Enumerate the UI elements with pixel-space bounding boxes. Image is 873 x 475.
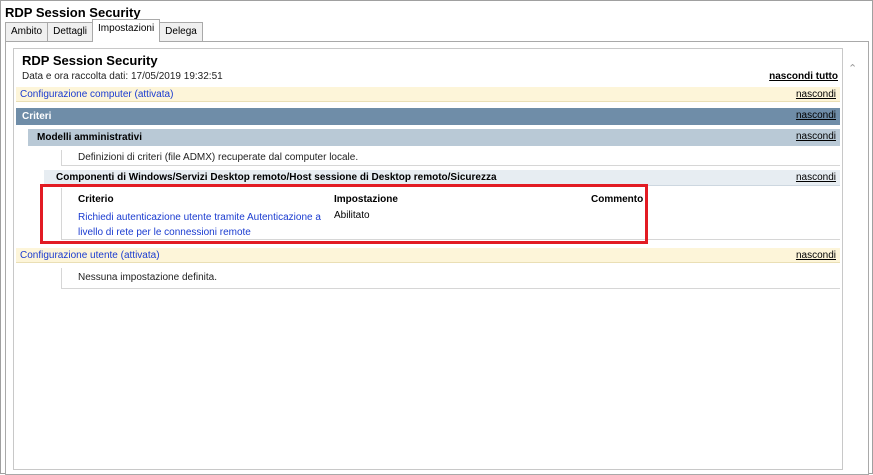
settings-panel: RDP Session Security Data e ora raccolta… [5, 41, 869, 475]
hide-all-link[interactable]: nascondi tutto [769, 71, 838, 82]
report-date: Data e ora raccolta dati: 17/05/2019 19:… [22, 71, 223, 82]
scroll-up-icon[interactable]: ⌃ [848, 62, 857, 75]
hide-component-link[interactable]: nascondi [796, 172, 836, 183]
component-path-label: Componenti di Windows/Servizi Desktop re… [56, 172, 497, 183]
hide-admin-templates-link[interactable]: nascondi [796, 131, 836, 142]
gpo-window: RDP Session Security Ambito Dettagli Imp… [0, 0, 873, 475]
tab-delega[interactable]: Delega [159, 22, 203, 42]
tab-bar: Ambito Dettagli Impostazioni Delega [5, 19, 203, 42]
report-title: RDP Session Security [22, 53, 158, 68]
tab-impostazioni[interactable]: Impostazioni [92, 19, 161, 42]
policy-impostazione-value: Abilitato [334, 210, 370, 221]
col-commento-header: Commento [591, 194, 644, 205]
user-config-header[interactable]: Configurazione utente (attivata) nascond… [16, 248, 840, 263]
admx-description: Definizioni di criteri (file ADMX) recup… [61, 150, 840, 166]
criteria-header[interactable]: Criteri nascondi [16, 108, 840, 125]
user-config-label: Configurazione utente (attivata) [20, 250, 160, 261]
computer-config-label: Configurazione computer (attivata) [20, 89, 174, 100]
policy-table: Criterio Impostazione Commento Richiedi … [61, 188, 840, 240]
admin-templates-label: Modelli amministrativi [37, 132, 143, 143]
policy-criterio-link[interactable]: Richiedi autenticazione utente tramite A… [78, 210, 328, 240]
tab-dettagli[interactable]: Dettagli [47, 22, 94, 42]
hide-user-config-link[interactable]: nascondi [796, 250, 836, 261]
window-title: RDP Session Security [5, 5, 141, 20]
col-criterio-header: Criterio [78, 194, 114, 205]
settings-report: RDP Session Security Data e ora raccolta… [13, 48, 843, 470]
tab-ambito[interactable]: Ambito [5, 22, 49, 42]
component-path-header[interactable]: Componenti di Windows/Servizi Desktop re… [44, 170, 840, 186]
no-settings-text: Nessuna impostazione definita. [61, 268, 840, 289]
hide-computer-config-link[interactable]: nascondi [796, 89, 836, 100]
hide-criteria-link[interactable]: nascondi [796, 110, 836, 121]
criteria-label: Criteri [22, 111, 52, 122]
computer-config-header[interactable]: Configurazione computer (attivata) nasco… [16, 87, 840, 102]
vertical-scrollbar[interactable]: ⌃ [844, 48, 862, 468]
admin-templates-header[interactable]: Modelli amministrativi nascondi [28, 129, 840, 146]
col-impostazione-header: Impostazione [334, 194, 398, 205]
